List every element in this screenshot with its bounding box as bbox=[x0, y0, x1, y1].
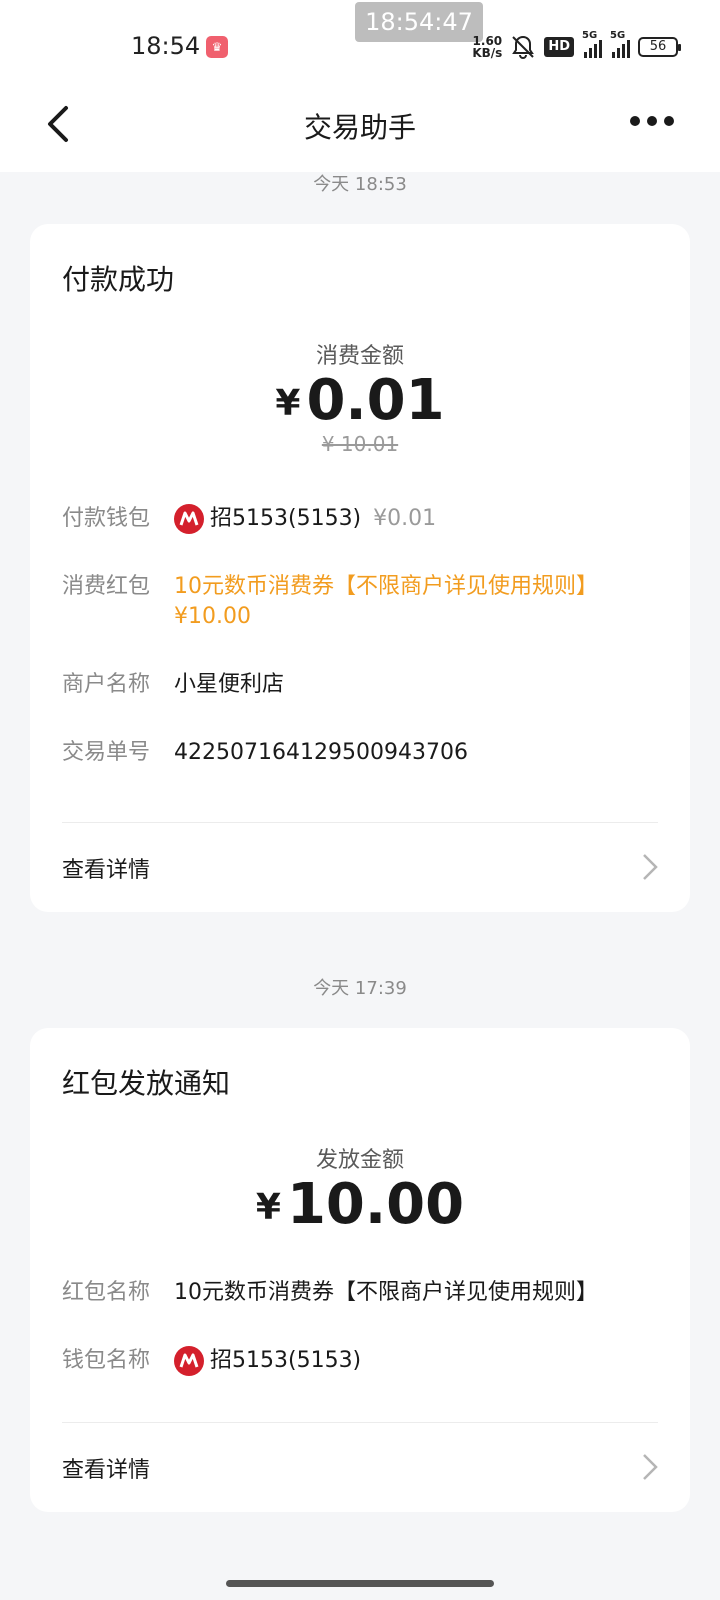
network-speed: 1.60 KB/s bbox=[472, 35, 502, 59]
currency-symbol: ¥ bbox=[255, 1187, 281, 1229]
signal-1-label: 5G bbox=[582, 30, 598, 41]
wallet-amount: ¥0.01 bbox=[373, 506, 437, 531]
wallet-name: 招5153(5153) bbox=[210, 1348, 362, 1373]
screen: 18:54:47 18:54 ♛ 1.60 KB/s HD 5G 5G 56 交… bbox=[0, 0, 720, 1600]
chevron-right-icon[interactable] bbox=[640, 852, 660, 882]
bank-logo-icon bbox=[174, 504, 204, 534]
divider bbox=[62, 1422, 658, 1423]
red-packet-card: 红包发放通知 发放金额 ¥10.00 红包名称 10元数币消费券【不限商户详见使… bbox=[30, 1028, 690, 1512]
hd-badge: HD bbox=[544, 37, 574, 57]
divider bbox=[62, 822, 658, 823]
signal-icon-1: 5G bbox=[582, 30, 602, 58]
order-row: 交易单号 422507164129500943706 bbox=[62, 738, 662, 768]
merchant-name: 小星便利店 bbox=[174, 672, 285, 697]
coupon-amount: ¥10.00 bbox=[174, 604, 251, 629]
payment-success-card: 付款成功 消费金额 ¥0.01 ¥ 10.01 付款钱包 招5153(5153)… bbox=[30, 224, 690, 912]
status-bar: 18:54:47 18:54 ♛ 1.60 KB/s HD 5G 5G 56 bbox=[0, 0, 720, 80]
status-icons: 1.60 KB/s HD 5G 5G 56 bbox=[472, 30, 681, 60]
currency-symbol: ¥ bbox=[275, 383, 301, 425]
bell-muted-icon bbox=[512, 35, 535, 59]
bank-logo-icon bbox=[174, 1346, 204, 1376]
wallet-name: 招5153(5153) bbox=[210, 506, 362, 531]
coupon-row: 消费红包 10元数币消费券【不限商户详见使用规则】 ¥10.00 bbox=[62, 572, 662, 632]
coupon-name: 10元数币消费券【不限商户详见使用规则】 bbox=[174, 574, 598, 599]
page-title: 交易助手 bbox=[303, 111, 416, 144]
coupon-key: 消费红包 bbox=[62, 574, 151, 599]
card-title: 付款成功 bbox=[62, 263, 175, 296]
view-details-link[interactable]: 查看详情 bbox=[62, 852, 150, 884]
merchant-row: 商户名称 小星便利店 bbox=[62, 670, 662, 700]
packet-name: 10元数币消费券【不限商户详见使用规则】 bbox=[174, 1280, 598, 1305]
order-number: 422507164129500943706 bbox=[174, 740, 468, 765]
message-timestamp: 今天 17:39 bbox=[313, 978, 407, 999]
merchant-key: 商户名称 bbox=[62, 672, 151, 697]
payment-amount: ¥0.01 bbox=[30, 368, 690, 433]
packet-key: 红包名称 bbox=[62, 1280, 151, 1305]
chevron-right-icon[interactable] bbox=[640, 1452, 660, 1482]
more-dots-icon[interactable] bbox=[630, 116, 674, 126]
screenshot-time-overlay: 18:54:47 bbox=[355, 2, 483, 42]
status-time: 18:54 bbox=[131, 32, 201, 60]
battery-icon: 56 bbox=[638, 37, 681, 57]
wallet-row: 钱包名称 招5153(5153) bbox=[62, 1346, 662, 1376]
amount-value: 0.01 bbox=[306, 368, 445, 433]
notification-app-icon: ♛ bbox=[206, 36, 228, 58]
amount-label: 消费金额 bbox=[315, 344, 404, 369]
signal-icon-2: 5G bbox=[610, 30, 630, 58]
order-key: 交易单号 bbox=[62, 740, 151, 765]
amount-label: 发放金额 bbox=[315, 1148, 404, 1173]
message-timestamp: 今天 18:53 bbox=[313, 174, 407, 195]
wallet-key: 钱包名称 bbox=[62, 1348, 151, 1373]
packet-amount: ¥10.00 bbox=[30, 1172, 690, 1237]
net-speed-unit: KB/s bbox=[472, 46, 503, 60]
nav-bar: 交易助手 bbox=[0, 80, 720, 172]
packet-name-row: 红包名称 10元数币消费券【不限商户详见使用规则】 bbox=[62, 1278, 662, 1308]
wallet-row: 付款钱包 招5153(5153) ¥0.01 bbox=[62, 504, 662, 534]
original-amount: ¥ 10.01 bbox=[321, 432, 399, 456]
amount-value: 10.00 bbox=[286, 1172, 465, 1237]
home-indicator[interactable] bbox=[226, 1580, 494, 1587]
view-details-link[interactable]: 查看详情 bbox=[62, 1452, 150, 1484]
wallet-key: 付款钱包 bbox=[62, 506, 151, 531]
card-title: 红包发放通知 bbox=[62, 1067, 231, 1100]
signal-2-label: 5G bbox=[610, 30, 626, 41]
